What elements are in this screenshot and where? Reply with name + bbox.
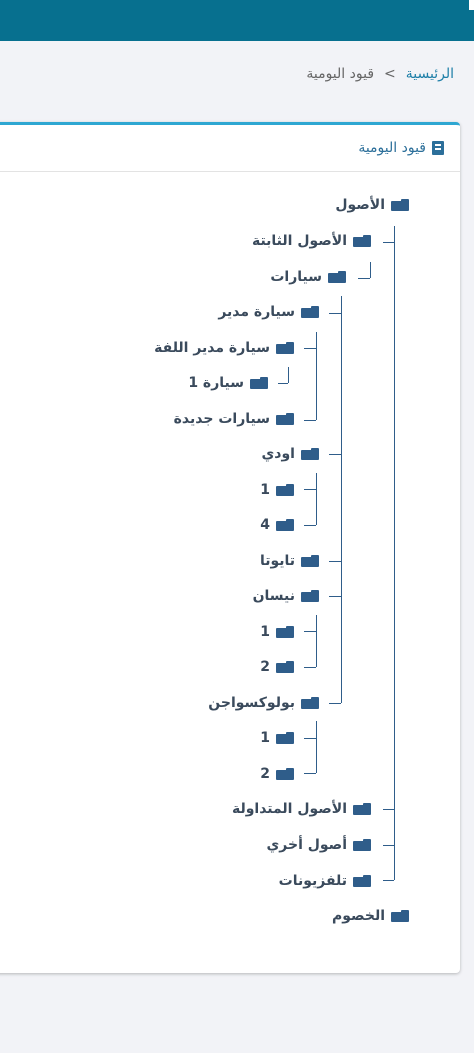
tree-node-volkswagen[interactable]: بولوكسواجن: [208, 695, 319, 711]
panel-title: قيود اليومية: [358, 140, 426, 156]
folder-open-icon: [276, 413, 294, 425]
folder-open-icon: [301, 590, 319, 602]
tree-node-audi-1[interactable]: 1: [260, 482, 294, 498]
folder-open-icon: [301, 555, 319, 567]
tree-connector: [304, 667, 316, 668]
breadcrumb: الرئيسية > قيود اليومية: [306, 66, 454, 82]
folder-icon: [276, 732, 294, 744]
breadcrumb-current: قيود اليومية: [306, 66, 375, 82]
tree-node-nissan-1[interactable]: 1: [260, 624, 294, 640]
folder-open-icon: [250, 377, 268, 389]
tree-connector: [304, 631, 316, 632]
tree-node-televisions[interactable]: تلفزيونات: [279, 873, 371, 889]
tree-connector: [304, 348, 316, 349]
tree-node-assets[interactable]: الأصول: [335, 197, 409, 213]
tree-connector: [304, 738, 316, 739]
tree-node-volkswagen-1[interactable]: 1: [260, 730, 294, 746]
breadcrumb-home-link[interactable]: الرئيسية: [406, 66, 454, 82]
tree-node-liabilities[interactable]: الخصوم: [332, 908, 409, 924]
tree-connector: [316, 473, 317, 525]
top-navbar: [0, 0, 474, 41]
tree-connector: [329, 313, 341, 314]
scrollbar-thumb[interactable]: [469, 0, 474, 10]
tree-connector: [358, 278, 370, 279]
tree-node-toyota[interactable]: تايوتا: [260, 553, 319, 569]
folder-icon: [353, 875, 371, 887]
tree-connector: [316, 615, 317, 667]
folder-open-icon: [301, 697, 319, 709]
folder-open-icon: [353, 235, 371, 247]
tree-connector: [383, 242, 394, 243]
tree-node-car-1[interactable]: سيارة 1: [188, 375, 268, 391]
tree-connector: [304, 489, 316, 490]
tree-node-manager-car[interactable]: سيارة مدير: [218, 304, 319, 320]
tree-connector: [329, 596, 341, 597]
tree-node-other-assets[interactable]: أصول أخري: [266, 837, 371, 853]
folder-open-icon: [301, 448, 319, 460]
tree-connector: [370, 262, 371, 278]
folder-open-icon: [353, 839, 371, 851]
tree-connector: [383, 845, 394, 846]
folder-icon: [276, 626, 294, 638]
folder-open-icon: [301, 306, 319, 318]
tree-node-nissan-2[interactable]: 2: [260, 659, 294, 675]
book-icon: [432, 141, 444, 155]
tree-connector: [329, 454, 341, 455]
folder-icon: [276, 768, 294, 780]
folder-open-icon: [276, 342, 294, 354]
tree-connector: [316, 332, 317, 420]
tree-node-audi[interactable]: اودي: [261, 446, 319, 462]
tree-node-current-assets[interactable]: الأصول المتداولة: [232, 801, 371, 817]
folder-open-icon: [391, 199, 409, 211]
tree-connector: [383, 809, 394, 810]
tree-connector: [383, 880, 394, 881]
tree-connector: [316, 721, 317, 773]
tree-connector: [304, 420, 316, 421]
folder-icon: [276, 484, 294, 496]
tree-node-nissan[interactable]: نيسان: [253, 588, 319, 604]
folder-icon: [276, 519, 294, 531]
tree-connector: [329, 561, 341, 562]
tree-node-fixed-assets[interactable]: الأصول الثابتة: [252, 233, 371, 249]
panel-header: قيود اليومية: [0, 125, 460, 172]
tree-connector: [341, 296, 342, 703]
tree-connector: [288, 367, 289, 383]
folder-open-icon: [328, 271, 346, 283]
tree-node-manager-car-roll[interactable]: سيارة مدير اللفة: [154, 340, 294, 356]
tree-node-new-cars[interactable]: سيارات جديدة: [174, 411, 294, 427]
folder-icon: [391, 910, 409, 922]
tree-connector: [394, 226, 395, 880]
folder-icon: [276, 661, 294, 673]
tree-node-volkswagen-2[interactable]: 2: [260, 766, 294, 782]
breadcrumb-separator: >: [384, 66, 396, 82]
tree-connector: [278, 383, 288, 384]
tree-connector: [304, 773, 316, 774]
folder-open-icon: [353, 803, 371, 815]
tree-connector: [304, 525, 316, 526]
tree-node-audi-4[interactable]: 4: [260, 517, 294, 533]
tree-connector: [329, 703, 341, 704]
tree-node-cars[interactable]: سيارات: [270, 269, 346, 285]
